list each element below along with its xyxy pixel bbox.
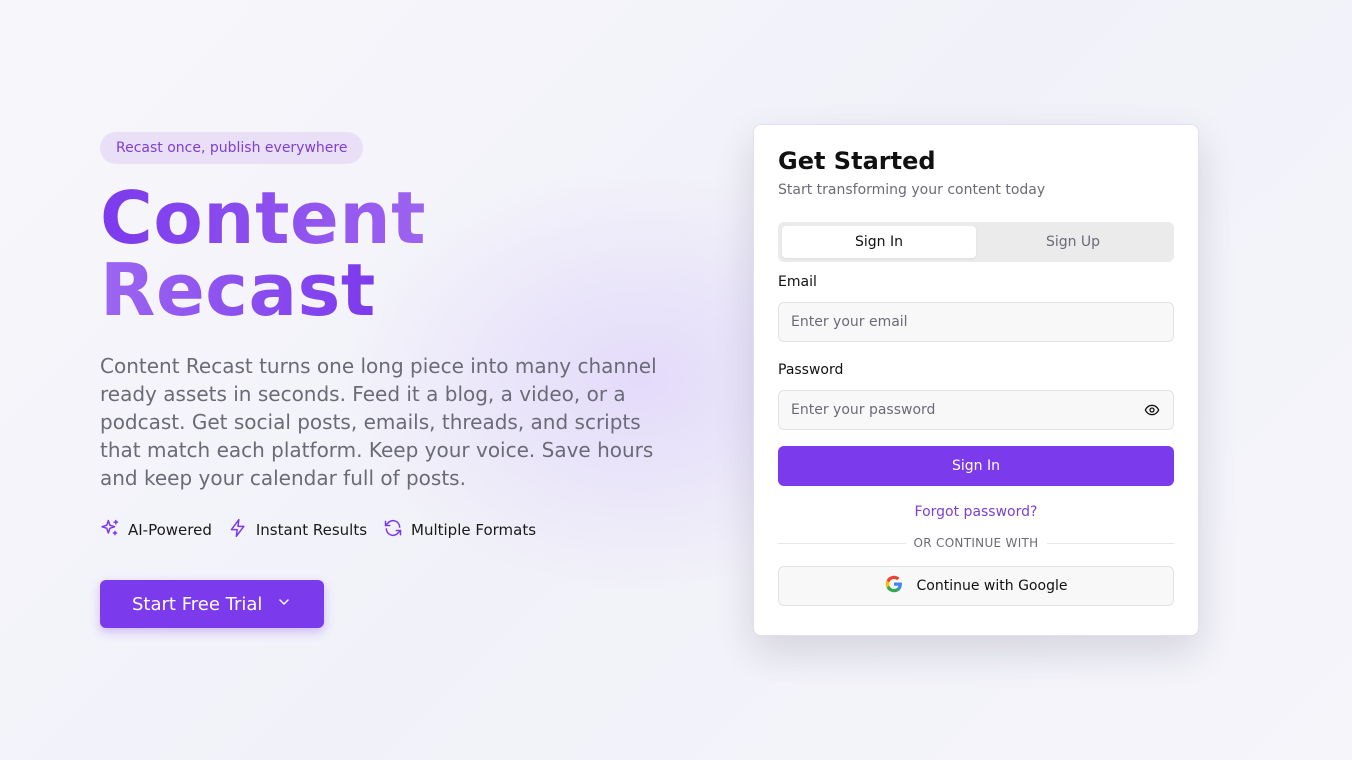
chevron-down-icon bbox=[276, 594, 292, 615]
feature-instant-results: Instant Results bbox=[228, 518, 367, 542]
tagline-badge: Recast once, publish everywhere bbox=[100, 132, 364, 164]
card-title: Get Started bbox=[778, 147, 936, 175]
hero-title-line2: Recast bbox=[100, 248, 376, 332]
feature-list: AI-Powered Instant Results Multiple Form… bbox=[100, 518, 670, 542]
divider-line bbox=[778, 542, 906, 544]
tab-sign-up[interactable]: Sign Up bbox=[976, 226, 1170, 258]
sparkles-icon bbox=[100, 518, 120, 542]
feature-ai-powered: AI-Powered bbox=[100, 518, 212, 542]
sign-in-button[interactable]: Sign In bbox=[778, 446, 1174, 486]
start-free-trial-button[interactable]: Start Free Trial bbox=[100, 580, 325, 628]
email-field-wrapper bbox=[778, 302, 1174, 342]
card-subtitle: Start transforming your content today bbox=[778, 182, 1046, 198]
email-label: Email bbox=[778, 274, 817, 290]
password-label: Password bbox=[778, 362, 844, 378]
auth-card: Get Started Start transforming your cont… bbox=[753, 124, 1199, 636]
google-icon bbox=[885, 575, 903, 597]
hero-title: Content Recast bbox=[100, 182, 670, 326]
auth-tabs: Sign In Sign Up bbox=[778, 222, 1174, 262]
continue-with-google-button[interactable]: Continue with Google bbox=[778, 566, 1174, 606]
google-button-label: Continue with Google bbox=[916, 578, 1068, 594]
tab-sign-in[interactable]: Sign In bbox=[782, 226, 976, 258]
hero-section: Recast once, publish everywhere Content … bbox=[100, 132, 670, 628]
hero-description: Content Recast turns one long piece into… bbox=[100, 354, 657, 490]
eye-icon[interactable] bbox=[1143, 401, 1161, 419]
feature-label: Multiple Formats bbox=[411, 521, 537, 539]
lightning-icon bbox=[228, 518, 248, 542]
email-field[interactable] bbox=[791, 314, 1161, 330]
feature-label: Instant Results bbox=[255, 521, 368, 539]
forgot-password-row: Forgot password? bbox=[778, 504, 1174, 520]
forgot-password-link[interactable]: Forgot password? bbox=[915, 504, 1038, 520]
feature-multiple-formats: Multiple Formats bbox=[383, 518, 536, 542]
password-field[interactable] bbox=[791, 402, 1143, 418]
feature-label: AI-Powered bbox=[128, 521, 212, 539]
cta-label: Start Free Trial bbox=[132, 593, 263, 615]
hero-title-line1: Content bbox=[100, 176, 426, 260]
password-field-wrapper bbox=[778, 390, 1174, 430]
divider: OR CONTINUE WITH bbox=[778, 536, 1175, 550]
divider-text: OR CONTINUE WITH bbox=[913, 536, 1039, 550]
divider-line bbox=[1046, 542, 1175, 544]
refresh-icon bbox=[383, 518, 403, 542]
